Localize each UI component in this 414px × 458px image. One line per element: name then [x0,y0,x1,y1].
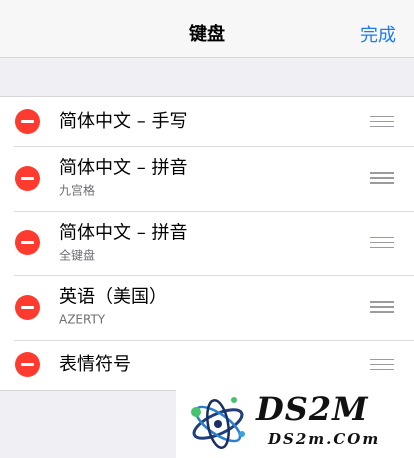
reorder-icon[interactable] [370,115,394,128]
list-item: 简体中文 – 拼音 九宫格 [0,146,414,211]
reorder-icon[interactable] [370,172,394,184]
keyboard-subtitle: 全键盘 [59,248,96,263]
atom-logo-icon [191,397,245,449]
keyboard-list: 简体中文 – 手写 简体中文 – 拼音 九宫格 简体中文 – 拼音 全键盘 英语… [0,96,414,391]
watermark: DS2M DS2m.COm [176,388,414,458]
done-button[interactable]: 完成 [360,21,396,47]
list-item: 简体中文 – 拼音 全键盘 [0,210,414,276]
keyboard-title: 简体中文 – 手写 [59,110,188,132]
reorder-icon[interactable] [370,358,394,371]
keyboard-title: 表情符号 [59,353,131,375]
reorder-icon[interactable] [370,301,394,313]
delete-icon[interactable] [15,165,40,191]
navigation-bar: 键盘 完成 [0,0,414,58]
keyboard-title: 简体中文 – 拼音 [59,222,188,244]
delete-icon[interactable] [15,230,40,256]
list-item: 简体中文 – 手写 [0,97,414,146]
watermark-title: DS2M [256,390,369,428]
keyboard-title: 简体中文 – 拼音 [59,157,188,179]
keyboard-subtitle: 九宫格 [59,183,96,198]
delete-icon[interactable] [15,352,40,378]
watermark-subtitle: DS2m.COm [268,430,381,448]
keyboard-title: 英语（美国） [59,286,167,308]
delete-icon[interactable] [15,294,40,320]
list-item: 英语（美国） AZERTY [0,275,414,340]
reorder-icon[interactable] [370,236,394,249]
delete-icon[interactable] [15,109,40,134]
keyboard-subtitle: AZERTY [59,312,106,327]
page-title: 键盘 [189,24,225,45]
list-item: 表情符号 [0,339,414,390]
